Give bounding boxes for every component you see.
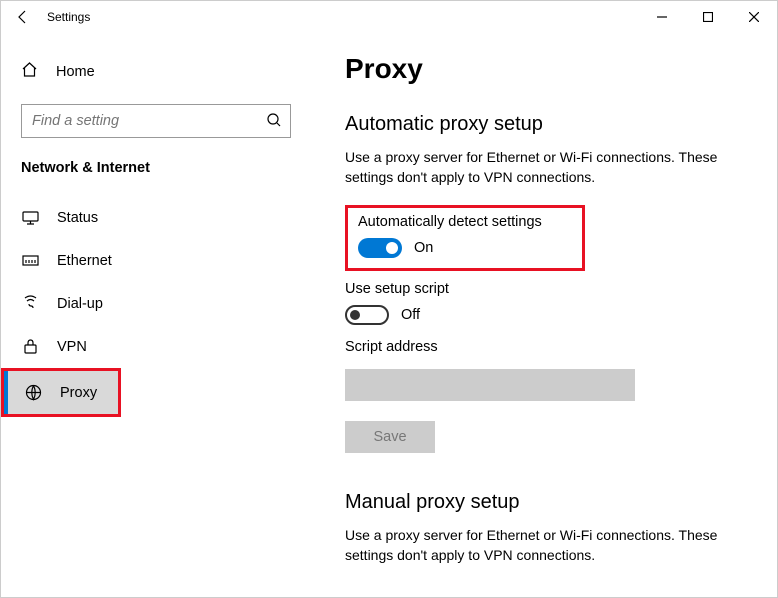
auto-detect-state: On [414, 240, 433, 256]
nav-label: Dial-up [57, 296, 103, 312]
search-icon [266, 112, 282, 133]
section-header: Network & Internet [21, 160, 291, 176]
maximize-button[interactable] [685, 1, 731, 33]
search-box[interactable] [21, 104, 291, 138]
sidebar-item-status[interactable]: Status [1, 196, 311, 239]
setup-script-label: Use setup script [345, 281, 743, 297]
save-button[interactable]: Save [345, 421, 435, 453]
sidebar-item-proxy[interactable]: Proxy [1, 368, 121, 417]
auto-detect-toggle[interactable] [358, 238, 402, 258]
status-icon [21, 209, 39, 226]
manual-setup-title: Manual proxy setup [345, 491, 743, 514]
setup-script-toggle[interactable] [345, 305, 389, 325]
vpn-icon [21, 338, 39, 355]
script-address-label: Script address [345, 339, 743, 355]
setup-script-state: Off [401, 307, 420, 323]
sidebar-item-dialup[interactable]: Dial-up [1, 282, 311, 325]
auto-setup-desc: Use a proxy server for Ethernet or Wi-Fi… [345, 148, 743, 187]
page-title: Proxy [345, 53, 743, 85]
nav-label: Ethernet [57, 253, 112, 269]
auto-detect-highlight: Automatically detect settings On [345, 205, 585, 271]
window-controls [639, 1, 777, 33]
nav-label: Proxy [60, 385, 97, 401]
ethernet-icon [21, 252, 39, 269]
window-title: Settings [47, 10, 90, 24]
nav-list: Status Ethernet Dial-up VPN [1, 196, 311, 417]
sidebar: Home Network & Internet Status Ethernet [1, 33, 311, 597]
dialup-icon [21, 295, 39, 312]
home-label: Home [56, 64, 95, 80]
back-button[interactable] [15, 9, 43, 25]
minimize-button[interactable] [639, 1, 685, 33]
auto-detect-label: Automatically detect settings [358, 214, 572, 230]
auto-setup-title: Automatic proxy setup [345, 113, 743, 136]
main-content: Proxy Automatic proxy setup Use a proxy … [311, 33, 777, 597]
nav-label: Status [57, 210, 98, 226]
manual-setup-desc: Use a proxy server for Ethernet or Wi-Fi… [345, 526, 743, 565]
home-link[interactable]: Home [21, 57, 291, 86]
script-address-input[interactable] [345, 369, 635, 401]
proxy-icon [24, 384, 42, 401]
close-button[interactable] [731, 1, 777, 33]
home-icon [21, 61, 38, 82]
nav-label: VPN [57, 339, 87, 355]
titlebar: Settings [1, 1, 777, 33]
sidebar-item-vpn[interactable]: VPN [1, 325, 311, 368]
search-input[interactable] [21, 104, 291, 138]
sidebar-item-ethernet[interactable]: Ethernet [1, 239, 311, 282]
